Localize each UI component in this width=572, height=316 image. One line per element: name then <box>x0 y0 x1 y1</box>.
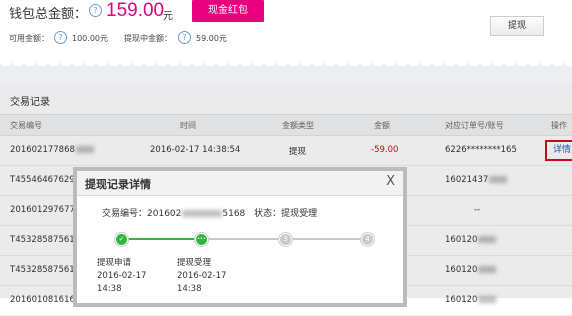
step-2-label: 提现受理 <box>177 258 212 268</box>
section-divider <box>0 60 572 84</box>
txn-label: 交易编号： <box>102 209 148 219</box>
step-1-date: 2016-02-17 <box>97 271 147 281</box>
txn-prefix: 201602 <box>147 209 182 219</box>
available-label: 可用金额： <box>9 34 49 43</box>
step-2-time: 14:38 <box>177 284 202 294</box>
modal-header: 提现记录详情 X <box>77 171 403 196</box>
help-icon[interactable]: ? <box>89 4 102 17</box>
status-label: 状态： <box>254 209 282 219</box>
pending-help-icon[interactable]: ? <box>178 31 191 44</box>
step-1-info: 提现申请 2016-02-17 14:38 <box>97 257 146 296</box>
cash-redpack-button[interactable]: 现金红包 <box>192 0 264 22</box>
close-icon[interactable]: X <box>386 174 395 189</box>
status-value: 提现受理 <box>281 209 318 219</box>
step-1-label: 提现申请 <box>97 258 132 268</box>
available-value: 100.00元 <box>72 34 108 43</box>
step-2-date: 2016-02-17 <box>177 271 227 281</box>
withdraw-detail-modal: 提现记录详情 X 交易编号：201602 5168 状态：提现受理 ✓ ••• 3… <box>73 167 407 307</box>
modal-title: 提现记录详情 <box>85 178 151 191</box>
pending-label: 提现中金额： <box>124 34 172 43</box>
total-unit: 元 <box>163 11 173 22</box>
step-4-icon: 4 <box>361 233 374 246</box>
total-label: 钱包总金额： <box>9 7 88 22</box>
step-2-info: 提现受理 2016-02-17 14:38 <box>177 257 226 296</box>
withdraw-button[interactable]: 提现 <box>490 16 544 36</box>
total-amount: 159.00 <box>106 0 165 21</box>
step-2-progress-icon: ••• <box>195 233 208 246</box>
modal-info: 交易编号：201602 5168 状态：提现受理 <box>102 206 317 219</box>
txn-suffix: 5168 <box>222 209 246 219</box>
progress-track-done <box>121 238 201 240</box>
available-help-icon[interactable]: ? <box>54 31 67 44</box>
step-1-check-icon: ✓ <box>115 233 128 246</box>
step-3-icon: 3 <box>279 233 292 246</box>
wallet-summary: 钱包总金额： ? 159.00 元 现金红包 可用金额： ? 100.00元 提… <box>0 0 572 60</box>
pending-value: 59.00元 <box>196 34 227 43</box>
step-1-time: 14:38 <box>97 284 122 294</box>
